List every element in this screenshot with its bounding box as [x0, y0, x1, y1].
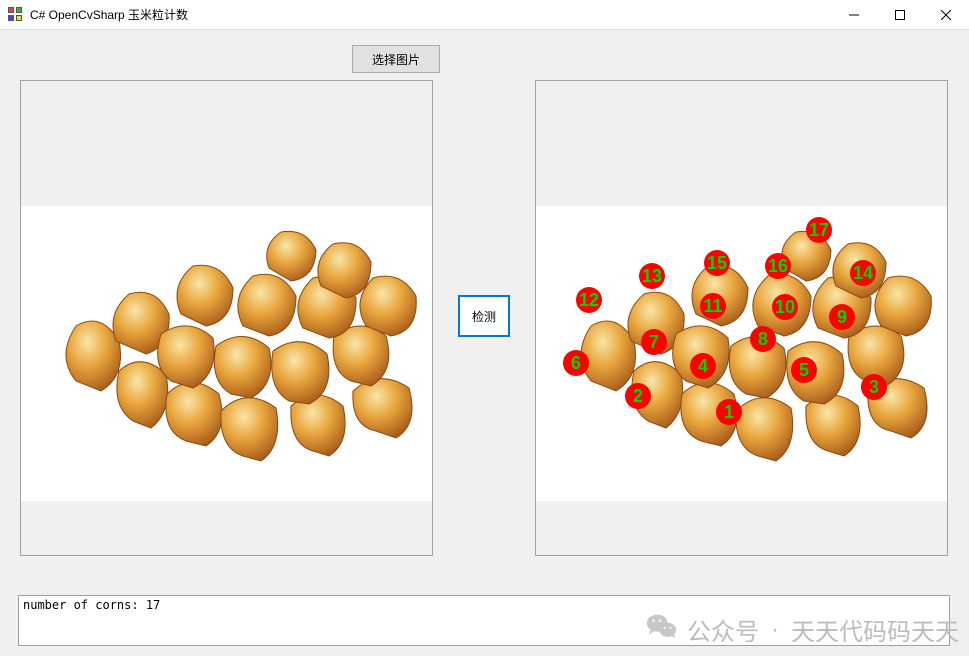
corn-marker-label: 7: [649, 332, 659, 352]
corn-marker-label: 14: [853, 263, 873, 283]
corn-marker-label: 9: [837, 307, 847, 327]
corn-marker-label: 15: [707, 253, 727, 273]
corn-marker-label: 10: [775, 297, 795, 317]
result-image: 1234567891011121314151617: [536, 206, 948, 501]
app-icon: [8, 7, 24, 23]
detect-button[interactable]: 检测: [458, 295, 510, 337]
source-image-panel: [20, 80, 433, 556]
corn-marker-label: 1: [724, 402, 734, 422]
output-textbox[interactable]: number of corns: 17: [18, 595, 950, 646]
corn-marker-label: 11: [703, 296, 722, 316]
minimize-button[interactable]: [831, 0, 877, 29]
corn-marker-label: 12: [579, 290, 599, 310]
corn-marker-label: 6: [571, 353, 581, 373]
select-image-button[interactable]: 选择图片: [352, 45, 440, 73]
window-title: C# OpenCvSharp 玉米粒计数: [30, 6, 188, 23]
corn-marker-label: 5: [799, 360, 809, 380]
window-titlebar: C# OpenCvSharp 玉米粒计数: [0, 0, 969, 30]
window-controls: [831, 0, 969, 30]
maximize-button[interactable]: [877, 0, 923, 29]
corn-marker-label: 2: [633, 386, 643, 406]
result-image-panel: 1234567891011121314151617: [535, 80, 948, 556]
corn-marker-label: 13: [642, 266, 662, 286]
corn-marker-label: 17: [809, 220, 829, 240]
client-area: 选择图片 检测: [0, 30, 969, 656]
corn-marker-label: 8: [758, 329, 768, 349]
output-text: number of corns: 17: [23, 598, 160, 612]
source-image: [21, 206, 433, 501]
corn-marker-label: 16: [768, 256, 788, 276]
close-button[interactable]: [923, 0, 969, 29]
corn-marker-label: 4: [698, 356, 708, 376]
corn-marker-label: 3: [869, 377, 879, 397]
